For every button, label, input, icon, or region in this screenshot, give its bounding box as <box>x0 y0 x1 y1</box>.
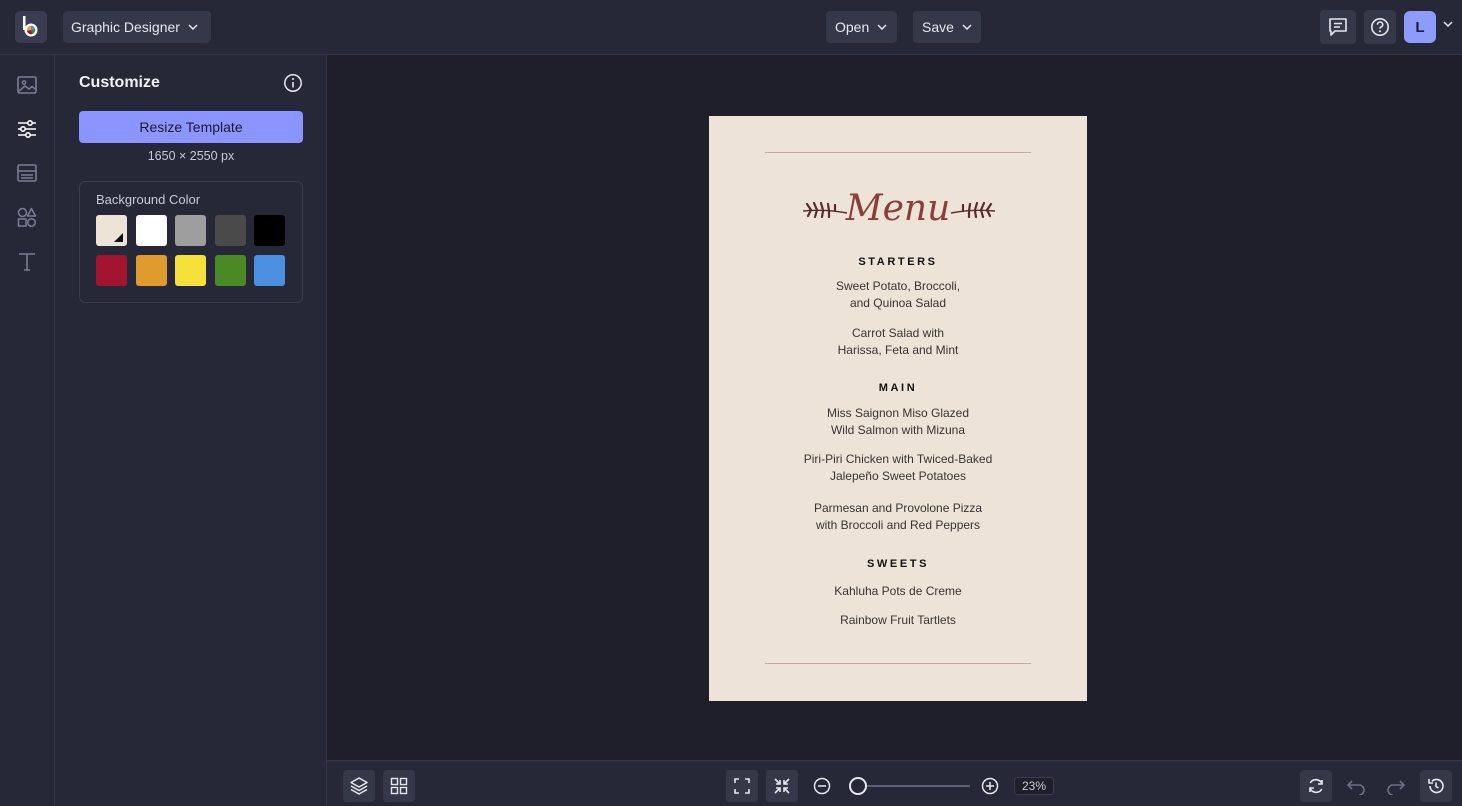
sync-button[interactable] <box>1300 770 1332 802</box>
open-button[interactable]: Open <box>826 11 897 43</box>
menu-document[interactable]: Menu STARTERS Sweet Potato, Broccoli, and … <box>709 116 1087 701</box>
color-swatch[interactable] <box>254 215 285 246</box>
color-swatch[interactable] <box>96 255 127 286</box>
chevron-down-icon[interactable] <box>1443 21 1453 27</box>
menu-item-line: Harissa, Feta and Mint <box>837 343 959 357</box>
menu-item: Rainbow Fruit Tartlets <box>709 612 1087 629</box>
mode-dropdown[interactable]: Graphic Designer <box>63 11 211 43</box>
menu-item: Piri-Piri Chicken with Twiced-Baked Jalep… <box>709 451 1087 485</box>
zoom-slider-track[interactable] <box>852 785 970 787</box>
bottom-divider <box>765 663 1031 664</box>
menu-item-line: Parmesan and Provolone Pizza <box>813 501 983 515</box>
help-icon <box>1371 18 1389 36</box>
menu-item: Carrot Salad with Harissa, Feta and Mint <box>709 325 1087 359</box>
layers-icon <box>350 777 368 795</box>
top-bar: Graphic Designer Open Save L <box>0 0 1462 55</box>
mode-dropdown-label: Graphic Designer <box>71 19 180 35</box>
color-swatch[interactable] <box>175 215 206 246</box>
zoom-slider-handle[interactable] <box>848 777 867 795</box>
chevron-down-icon <box>877 24 887 30</box>
menu-section-heading: STARTERS <box>858 256 938 268</box>
menu-item-line: Carrot Salad with <box>851 326 945 340</box>
color-swatch[interactable] <box>135 255 167 286</box>
save-button[interactable]: Save <box>913 11 981 43</box>
top-divider <box>765 152 1031 153</box>
expand-icon <box>734 778 750 794</box>
layout-icon[interactable] <box>16 162 38 184</box>
menu-title: Menu <box>845 188 951 229</box>
chevron-down-icon <box>188 24 198 30</box>
zoom-out-icon[interactable] <box>813 777 831 795</box>
chevron-down-icon <box>962 24 972 30</box>
color-swatch[interactable] <box>214 215 246 246</box>
history-button[interactable] <box>1420 770 1452 802</box>
menu-item: Kahluha Pots de Creme <box>709 583 1087 600</box>
menu-item-line: Sweet Potato, Broccoli, <box>835 279 961 293</box>
menu-item-line: Wild Salmon with Mizuna <box>830 423 966 437</box>
fit-to-screen-button[interactable] <box>726 770 758 802</box>
grid-button[interactable] <box>383 770 415 802</box>
refresh-icon <box>1309 778 1323 794</box>
app-logo[interactable] <box>15 11 47 43</box>
info-icon[interactable] <box>283 73 303 93</box>
shrink-button[interactable] <box>766 770 798 802</box>
menu-item: Sweet Potato, Broccoli, and Quinoa Salad <box>709 278 1087 312</box>
shapes-icon[interactable] <box>16 206 38 228</box>
color-swatch[interactable] <box>214 255 246 286</box>
open-button-label: Open <box>835 19 870 35</box>
history-icon <box>1428 778 1444 794</box>
customize-panel: Customize Resize Template 1650 × 2550 px… <box>55 55 327 806</box>
menu-item-line: Kahluha Pots de Creme <box>834 584 962 598</box>
bottom-toolbar: 23% <box>327 760 1462 806</box>
background-color-label: Background Color <box>96 192 201 207</box>
sliders-icon[interactable] <box>16 118 38 140</box>
comments-button[interactable] <box>1320 10 1356 44</box>
menu-item: Miss Saignon Miso Glazed Wild Salmon with… <box>709 405 1087 439</box>
background-color-section: Background Color <box>79 181 303 303</box>
undo-icon[interactable] <box>1346 777 1366 795</box>
color-swatch[interactable] <box>254 255 285 286</box>
menu-item-line: Piri-Piri Chicken with Twiced-Baked <box>803 452 993 466</box>
menu-item-line: with Broccoli and Red Peppers <box>815 518 981 532</box>
image-icon[interactable] <box>16 74 38 96</box>
menu-section-heading: MAIN <box>878 382 918 394</box>
user-avatar[interactable]: L <box>1404 11 1436 43</box>
redo-icon[interactable] <box>1386 777 1406 795</box>
canvas-area[interactable]: Menu STARTERS Sweet Potato, Broccoli, and … <box>327 55 1462 760</box>
logo-icon <box>23 16 38 37</box>
comment-icon <box>1329 18 1347 36</box>
help-button[interactable] <box>1364 10 1396 44</box>
menu-item: Parmesan and Provolone Pizza with Broccol… <box>709 500 1087 534</box>
save-button-label: Save <box>922 19 954 35</box>
color-swatch[interactable] <box>175 255 206 286</box>
menu-item-line: Miss Saignon Miso Glazed <box>826 406 970 420</box>
zoom-value[interactable]: 23% <box>1014 777 1054 795</box>
panel-title: Customize <box>79 74 160 91</box>
swatch-custom-color[interactable] <box>96 215 127 246</box>
leaf-right-icon <box>950 202 996 218</box>
menu-item-line: Rainbow Fruit Tartlets <box>840 613 956 627</box>
layers-button[interactable] <box>343 770 375 802</box>
resize-template-button[interactable]: Resize Template <box>79 111 303 143</box>
menu-item-line: and Quinoa Salad <box>849 296 947 310</box>
collapse-icon <box>774 778 790 794</box>
zoom-in-icon[interactable] <box>981 777 999 795</box>
menu-section-heading: SWEETS <box>866 558 930 570</box>
custom-color-corner-icon <box>114 233 123 242</box>
grid-icon <box>390 777 408 795</box>
text-icon[interactable] <box>16 250 38 272</box>
template-dimensions: 1650 × 2550 px <box>147 149 235 163</box>
color-swatch[interactable] <box>135 215 167 246</box>
menu-item-line: Jalepeño Sweet Potatoes <box>829 469 967 483</box>
tool-rail <box>0 55 55 806</box>
